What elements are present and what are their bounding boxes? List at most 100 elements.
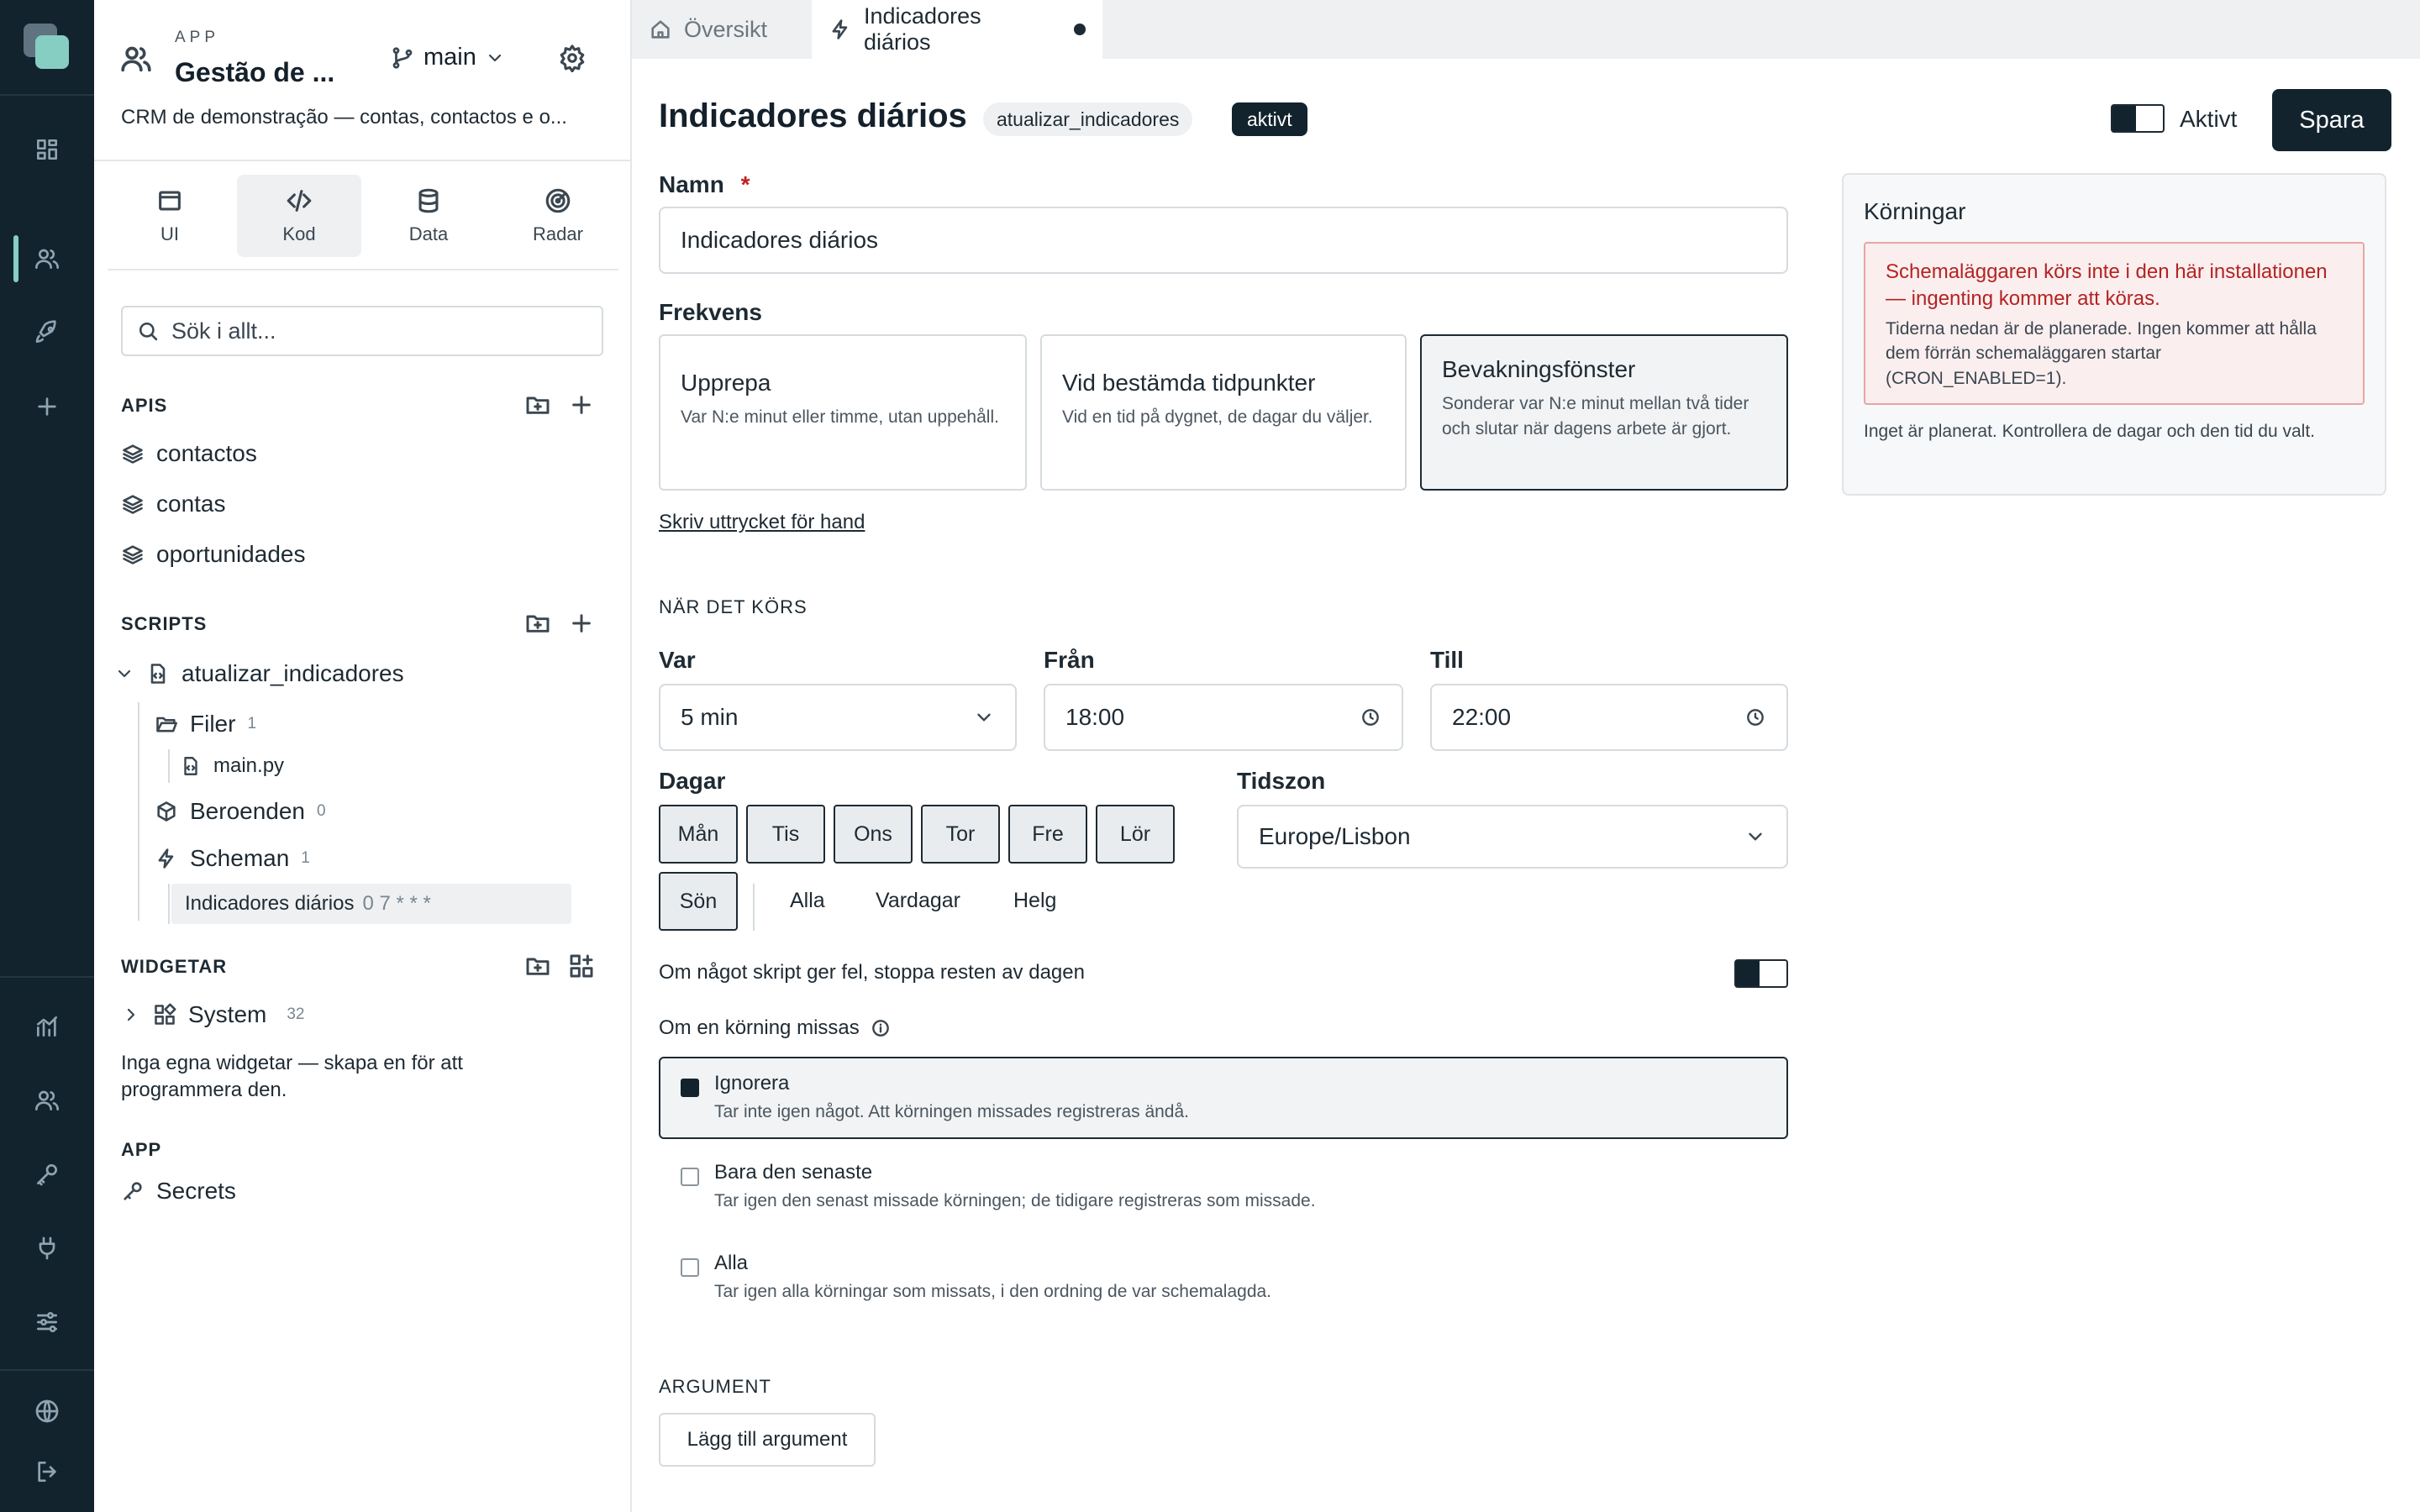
day-wed[interactable]: Ons (834, 805, 913, 864)
rail-active-indicator (13, 235, 18, 282)
every-select[interactable]: 5 min (659, 684, 1017, 751)
day-thu[interactable]: Tor (921, 805, 1000, 864)
every-value: 5 min (681, 704, 739, 730)
api-item-contactos[interactable]: contactos (121, 440, 257, 467)
dashboard-icon[interactable] (25, 128, 69, 171)
stop-on-error-toggle[interactable] (1734, 959, 1788, 988)
plug-icon[interactable] (25, 1226, 69, 1270)
schedules-item[interactable]: Scheman 1 (155, 845, 310, 872)
tab-schedule[interactable]: Indicadores diários (812, 0, 1102, 59)
info-icon[interactable] (870, 1017, 892, 1039)
active-toggle[interactable] (2111, 104, 2165, 133)
option-title: Ignorera (714, 1072, 790, 1095)
script-item[interactable]: atualizar_indicadores (114, 660, 404, 687)
layers-icon (121, 543, 145, 566)
missed-option-latest[interactable]: Bara den senaste Tar igen den senast mis… (714, 1161, 1316, 1211)
quick-select-weekend[interactable]: Helg (1013, 889, 1056, 913)
layers-icon (121, 442, 145, 465)
schedules-count: 1 (301, 849, 310, 867)
chart-icon[interactable] (25, 1005, 69, 1048)
icon-rail (0, 0, 94, 1512)
missed-option-latest-checkbox[interactable] (681, 1168, 699, 1186)
app-logo[interactable] (24, 24, 71, 71)
tab-ui[interactable]: UI (108, 175, 232, 257)
missed-option-all[interactable]: Alla Tar igen alla körningar som missats… (714, 1252, 1271, 1302)
api-label: contas (156, 491, 226, 517)
quick-select-weekdays[interactable]: Vardagar (876, 889, 960, 913)
option-desc: Tar inte igen något. Att körningen missa… (714, 1102, 1189, 1121)
settings-gear-icon[interactable] (558, 44, 587, 72)
option-title: Bara den senaste (714, 1161, 873, 1184)
option-desc: Vid en tid på dygnet, de dagar du väljer… (1062, 407, 1373, 427)
missed-option-all-checkbox[interactable] (681, 1258, 699, 1277)
chevron-down-icon (485, 48, 505, 68)
add-api-icon[interactable] (568, 391, 595, 418)
day-sun[interactable]: Sön (659, 872, 738, 931)
day-sat[interactable]: Lör (1096, 805, 1175, 864)
add-argument-button[interactable]: Lägg till argument (659, 1413, 876, 1467)
branch-selector[interactable]: main (390, 44, 505, 71)
tab-overview[interactable]: Översikt (632, 0, 784, 59)
search-placeholder: Sök i allt... (171, 318, 276, 344)
option-title: Upprepa (681, 370, 771, 396)
code-file-icon (180, 755, 202, 777)
team-icon[interactable] (25, 1079, 69, 1122)
new-folder-icon[interactable] (524, 610, 551, 637)
option-desc: Tar igen den senast missade körningen; d… (714, 1191, 1316, 1210)
scripts-section-title: SCRIPTS (121, 613, 208, 634)
missed-option-ignore-checkbox[interactable] (681, 1079, 699, 1097)
tab-radar[interactable]: Radar (496, 175, 620, 257)
script-file-icon (146, 662, 170, 685)
save-button[interactable]: Spara (2272, 89, 2391, 151)
api-item-oportunidades[interactable]: oportunidades (121, 541, 305, 568)
frequency-option-repeat[interactable]: Upprepa Var N:e minut eller timme, utan … (659, 334, 1027, 491)
quick-select-all[interactable]: Alla (790, 889, 825, 913)
from-time-input[interactable]: 18:00 (1044, 684, 1403, 751)
to-time-input[interactable]: 22:00 (1430, 684, 1788, 751)
plus-icon[interactable] (25, 385, 69, 428)
sliders-icon[interactable] (25, 1300, 69, 1344)
frequency-option-watch-window[interactable]: Bevakningsfönster Sonderar var N:e minut… (1420, 334, 1788, 491)
rocket-icon[interactable] (25, 311, 69, 354)
add-widget-icon[interactable] (568, 953, 595, 979)
day-fri[interactable]: Fre (1008, 805, 1087, 864)
lightning-icon (155, 847, 178, 870)
branch-name: main (424, 44, 476, 71)
new-folder-icon[interactable] (524, 391, 551, 418)
days-label: Dagar (659, 768, 726, 794)
status-badge: aktivt (1232, 102, 1307, 136)
tab-data[interactable]: Data (366, 175, 491, 257)
secrets-item[interactable]: Secrets (121, 1178, 236, 1205)
tab-kod-label: Kod (282, 223, 316, 244)
schedules-label: Scheman (190, 845, 290, 871)
missed-label: Om en körning missas (659, 1016, 860, 1039)
users-icon[interactable] (25, 237, 69, 281)
file-item-main-py[interactable]: main.py (180, 754, 284, 778)
manual-expression-link[interactable]: Skriv uttrycket för hand (659, 511, 865, 534)
api-item-contas[interactable]: contas (121, 491, 226, 517)
dependencies-item[interactable]: Beroenden 0 (155, 798, 326, 825)
globe-icon[interactable] (25, 1389, 69, 1433)
clock-icon (1744, 706, 1766, 728)
schedule-item-selected[interactable]: Indicadores diários 0 7 * * * (171, 884, 571, 924)
widget-grid-icon (153, 1003, 176, 1026)
missed-option-ignore-text: Ignorera Tar inte igen något. Att körnin… (714, 1072, 1189, 1122)
tab-kod[interactable]: Kod (237, 175, 361, 257)
system-widgets-group[interactable]: System 32 (121, 1001, 305, 1028)
day-tue[interactable]: Tis (746, 805, 825, 864)
app-name[interactable]: Gestão de ... (175, 57, 334, 88)
day-mon[interactable]: Mån (659, 805, 738, 864)
key-icon[interactable] (25, 1152, 69, 1196)
name-input[interactable]: Indicadores diários (659, 207, 1788, 274)
timezone-select[interactable]: Europe/Lisbon (1237, 805, 1788, 869)
logout-icon[interactable] (25, 1450, 69, 1494)
files-folder[interactable]: Filer 1 (155, 711, 256, 738)
arguments-section-title: ARGUMENT (659, 1376, 771, 1397)
package-icon (155, 800, 178, 823)
from-label: Från (1044, 647, 1095, 673)
deps-count: 0 (317, 802, 326, 820)
frequency-option-fixed-times[interactable]: Vid bestämda tidpunkter Vid en tid på dy… (1040, 334, 1407, 491)
new-folder-icon[interactable] (524, 953, 551, 979)
add-script-icon[interactable] (568, 610, 595, 637)
search-box[interactable]: Sök i allt... (121, 306, 603, 356)
